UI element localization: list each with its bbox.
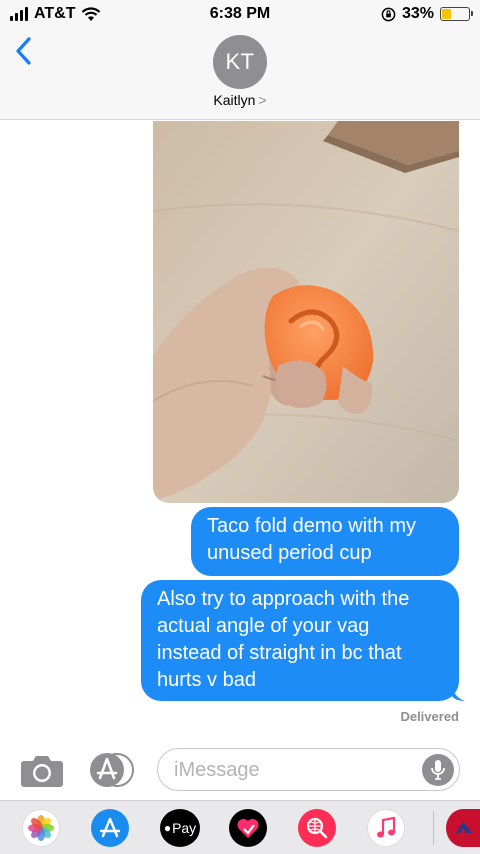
contact-name-button[interactable]: Kaitlyn > [0, 92, 480, 108]
app-store-button[interactable] [89, 752, 135, 788]
microphone-button[interactable] [422, 754, 454, 786]
message-text-line: Also try to approach with the [157, 588, 410, 610]
music-icon [377, 816, 396, 838]
contact-name: Kaitlyn [213, 92, 256, 108]
app-store-app-button[interactable] [91, 809, 129, 847]
conversation-header: KT Kaitlyn > [0, 30, 480, 120]
heart-sticker-icon [237, 818, 259, 838]
bubble-tail-icon [451, 683, 465, 701]
airline-logo-icon [456, 822, 472, 833]
web-search-icon [306, 817, 328, 839]
photo-image [153, 121, 459, 503]
message-input-container[interactable] [157, 748, 460, 791]
partial-app-button[interactable] [446, 809, 480, 847]
message-input[interactable] [174, 758, 414, 782]
chevron-right-icon: > [258, 92, 267, 108]
message-text-line: unused period cup [207, 542, 372, 564]
photo-message[interactable] [153, 121, 459, 503]
app-drawer: ● Pay [0, 800, 480, 854]
message-text-line: instead of straight in bc that [157, 642, 402, 664]
apple-pay-button[interactable]: ● Pay [160, 809, 200, 847]
digital-touch-button[interactable] [229, 809, 267, 847]
microphone-icon [431, 760, 445, 780]
delivery-status: Delivered [400, 709, 459, 724]
battery-icon [440, 7, 473, 21]
status-bar: AT&T 6:38 PM 33% [0, 0, 480, 30]
battery-percent: 33% [401, 5, 434, 22]
message-text-line: hurts v bad [157, 669, 256, 691]
message-text-line: Taco fold demo with my [207, 515, 416, 537]
message-bubble[interactable]: Also try to approach with the actual ang… [141, 580, 465, 701]
app-store-icon [90, 753, 134, 787]
photos-icon [28, 815, 54, 841]
battery-group: 33% [381, 5, 473, 23]
divider [433, 811, 434, 845]
battery-fill [442, 9, 451, 19]
web-search-button[interactable] [298, 809, 336, 847]
camera-button[interactable] [20, 752, 64, 788]
avatar[interactable]: KT [213, 35, 267, 89]
orientation-lock-icon [381, 7, 396, 21]
chevron-left-icon[interactable] [14, 36, 34, 66]
music-app-button[interactable] [367, 809, 405, 847]
camera-icon [21, 756, 63, 787]
apple-logo-icon: ● [163, 821, 172, 835]
message-text-line: actual angle of your vag [157, 615, 370, 637]
apple-pay-label: Pay [172, 820, 197, 836]
app-store-icon [99, 817, 121, 838]
photos-app-button[interactable] [22, 809, 60, 847]
message-bubble[interactable]: Taco fold demo with my unused period cup [191, 507, 459, 576]
